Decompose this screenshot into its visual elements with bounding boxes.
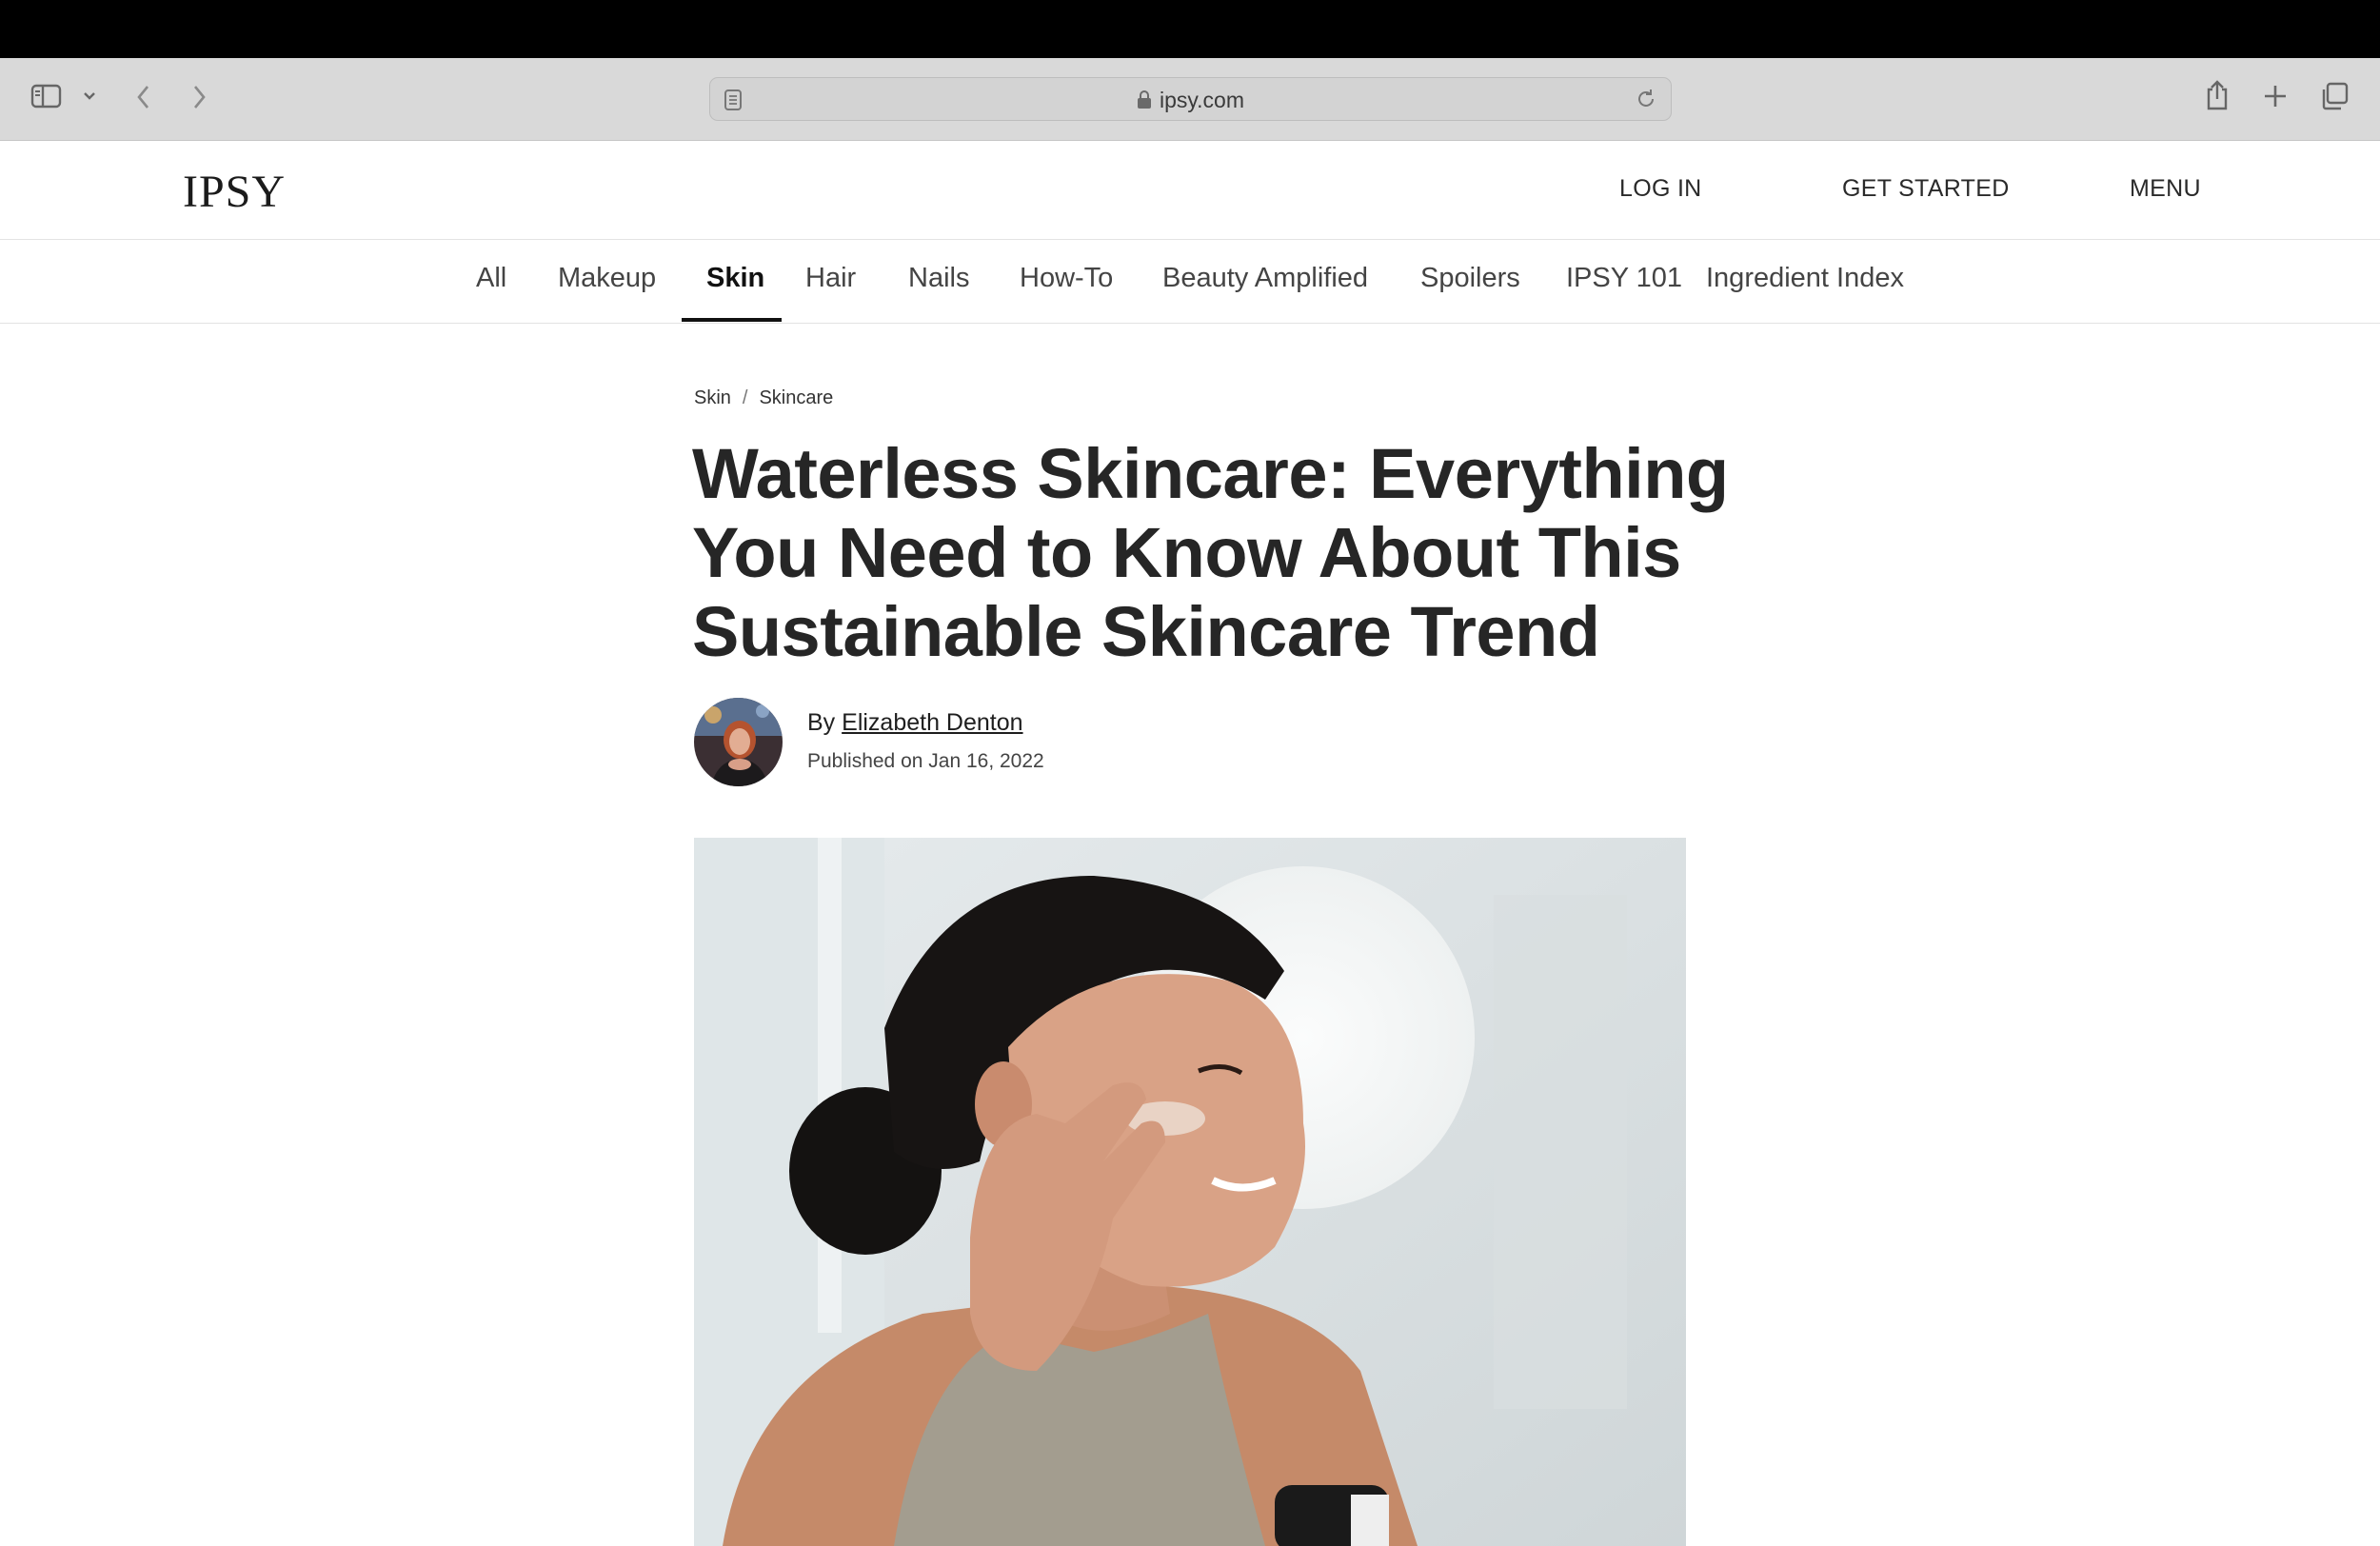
screen-top-bar — [0, 0, 2380, 58]
category-skin[interactable]: Skin — [706, 263, 764, 294]
lock-icon — [1137, 90, 1152, 109]
published-date: Published on Jan 16, 2022 — [807, 750, 1044, 772]
new-tab-icon[interactable] — [2262, 83, 2289, 109]
category-nails[interactable]: Nails — [908, 263, 969, 294]
back-icon[interactable] — [133, 83, 154, 111]
menu-link[interactable]: MENU — [2130, 175, 2201, 203]
share-icon[interactable] — [2205, 79, 2230, 111]
url-text: ipsy.com — [1159, 87, 1245, 112]
browser-toolbar: ipsy.com — [0, 58, 2380, 141]
ipsy-logo[interactable]: IPSY — [183, 166, 286, 218]
category-ipsy-101[interactable]: IPSY 101 — [1566, 263, 1682, 294]
article-title: Waterless Skincare: Everything You Need … — [692, 434, 1729, 671]
active-category-underline — [682, 318, 782, 322]
category-makeup[interactable]: Makeup — [558, 263, 656, 294]
author-avatar[interactable] — [694, 698, 783, 786]
category-all[interactable]: All — [476, 263, 506, 294]
byline-prefix: By — [807, 709, 836, 736]
tab-overview-icon[interactable] — [2319, 81, 2350, 111]
chevron-down-icon[interactable] — [82, 90, 97, 102]
site-header: IPSY LOG IN GET STARTED MENU — [0, 141, 2380, 240]
breadcrumb: Skin / Skincare — [694, 387, 833, 409]
sidebar-toggle-icon[interactable] — [30, 83, 63, 109]
category-spoilers[interactable]: Spoilers — [1420, 263, 1520, 294]
author-link[interactable]: Elizabeth Denton — [842, 709, 1022, 736]
category-how-to[interactable]: How-To — [1020, 263, 1113, 294]
category-beauty-amplified[interactable]: Beauty Amplified — [1162, 263, 1368, 294]
category-ingredient-index[interactable]: Ingredient Index — [1706, 263, 1904, 294]
address-bar[interactable]: ipsy.com — [709, 77, 1672, 121]
breadcrumb-skin[interactable]: Skin — [694, 387, 731, 409]
hero-image — [694, 838, 1686, 1546]
login-link[interactable]: LOG IN — [1619, 175, 1702, 203]
category-hair[interactable]: Hair — [805, 263, 856, 294]
forward-icon[interactable] — [188, 83, 209, 111]
byline: By Elizabeth Denton — [807, 709, 1023, 737]
breadcrumb-separator: / — [742, 387, 748, 408]
category-nav: All Makeup Skin Hair Nails How-To Beauty… — [0, 240, 2380, 324]
get-started-link[interactable]: GET STARTED — [1842, 175, 2010, 203]
breadcrumb-skincare[interactable]: Skincare — [759, 387, 833, 409]
reload-icon[interactable] — [1635, 88, 1657, 115]
